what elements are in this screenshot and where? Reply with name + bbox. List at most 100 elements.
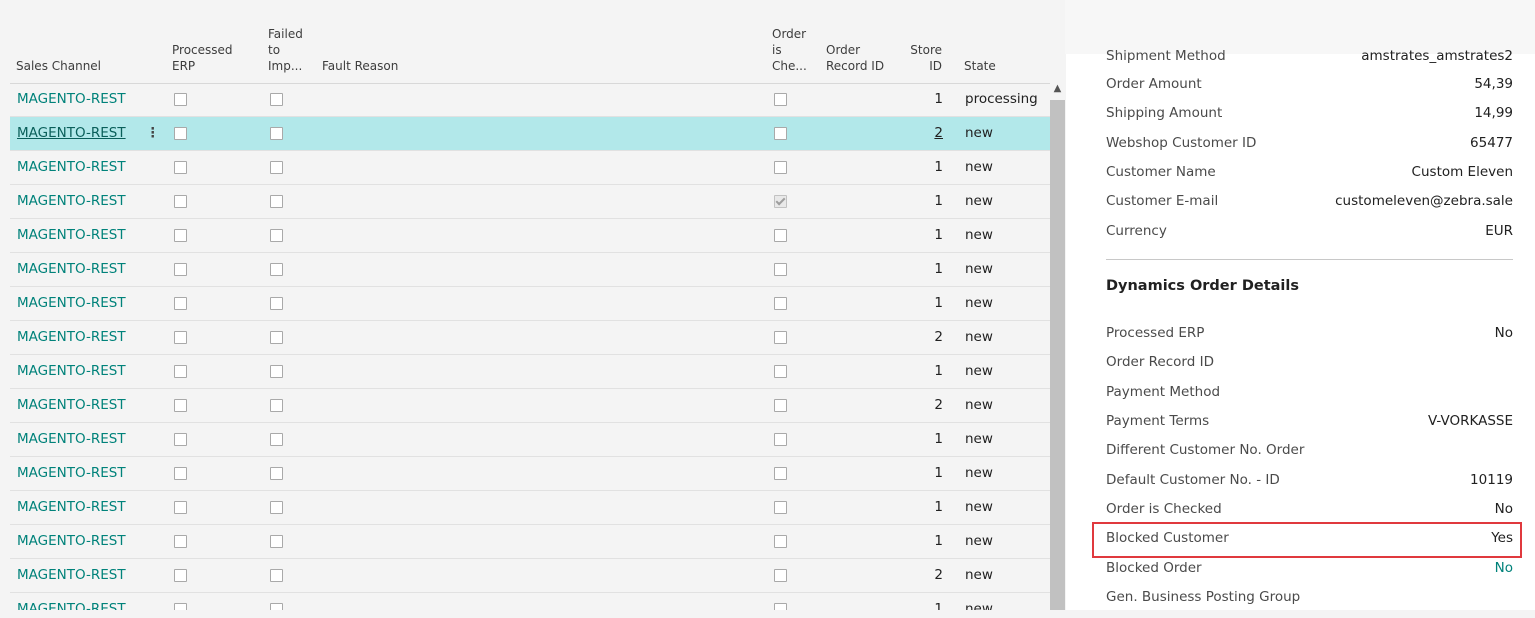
- sales-channel-link[interactable]: MAGENTO-REST: [17, 355, 126, 388]
- order-checked-checkbox[interactable]: [774, 399, 787, 412]
- table-row[interactable]: MAGENTO-REST 1 new: [10, 253, 1050, 287]
- failed-import-checkbox[interactable]: [270, 263, 283, 276]
- detail-value[interactable]: 54,39: [1474, 76, 1513, 92]
- failed-import-checkbox[interactable]: [270, 229, 283, 242]
- processed-erp-checkbox[interactable]: [174, 399, 187, 412]
- order-checked-checkbox[interactable]: [774, 569, 787, 582]
- processed-erp-checkbox[interactable]: [174, 331, 187, 344]
- order-checked-checkbox[interactable]: [774, 603, 787, 610]
- order-checked-checkbox[interactable]: [774, 161, 787, 174]
- failed-import-checkbox[interactable]: [270, 297, 283, 310]
- table-row[interactable]: MAGENTO-REST 1 new: [10, 151, 1050, 185]
- processed-erp-checkbox[interactable]: [174, 127, 187, 140]
- detail-value[interactable]: No: [1495, 501, 1513, 517]
- detail-value[interactable]: customeleven@zebra.sale: [1335, 193, 1513, 209]
- table-row[interactable]: MAGENTO-REST 1 new: [10, 287, 1050, 321]
- failed-import-checkbox[interactable]: [270, 569, 283, 582]
- sales-channel-link[interactable]: MAGENTO-REST: [17, 253, 126, 286]
- table-row[interactable]: MAGENTO-REST 1 new: [10, 355, 1050, 389]
- processed-erp-checkbox[interactable]: [174, 195, 187, 208]
- order-checked-checkbox[interactable]: [774, 535, 787, 548]
- col-processed-erp[interactable]: Processed ERP: [172, 42, 233, 74]
- failed-import-checkbox[interactable]: [270, 603, 283, 610]
- table-row[interactable]: MAGENTO-REST 1 new: [10, 525, 1050, 559]
- scrollbar-thumb[interactable]: [1050, 100, 1065, 610]
- col-order-checked[interactable]: Order is Che...: [772, 26, 807, 74]
- sales-channel-link[interactable]: MAGENTO-REST: [17, 593, 126, 610]
- col-store-id[interactable]: Store ID: [910, 42, 942, 74]
- sales-channel-link[interactable]: MAGENTO-REST: [17, 525, 126, 558]
- order-checked-checkbox[interactable]: [774, 467, 787, 480]
- detail-value[interactable]: No: [1495, 325, 1513, 341]
- order-checked-checkbox[interactable]: [774, 501, 787, 514]
- order-checked-checkbox[interactable]: [774, 331, 787, 344]
- order-checked-checkbox[interactable]: [774, 229, 787, 242]
- order-checked-checkbox[interactable]: [774, 93, 787, 106]
- detail-value[interactable]: 65477: [1470, 135, 1513, 151]
- failed-import-checkbox[interactable]: [270, 93, 283, 106]
- processed-erp-checkbox[interactable]: [174, 93, 187, 106]
- processed-erp-checkbox[interactable]: [174, 365, 187, 378]
- order-checked-checkbox[interactable]: [774, 433, 787, 446]
- detail-value[interactable]: amstrates_amstrates2: [1361, 48, 1513, 64]
- ellipsis-vertical-icon[interactable]: ⋮: [146, 117, 160, 150]
- detail-value[interactable]: 10119: [1470, 472, 1513, 488]
- sales-channel-link[interactable]: MAGENTO-REST: [17, 287, 126, 320]
- processed-erp-checkbox[interactable]: [174, 603, 187, 610]
- table-row[interactable]: MAGENTO-REST 2 new: [10, 321, 1050, 355]
- col-state[interactable]: State: [964, 58, 996, 74]
- failed-import-checkbox[interactable]: [270, 127, 283, 140]
- processed-erp-checkbox[interactable]: [174, 161, 187, 174]
- caret-up-icon[interactable]: ▲: [1052, 82, 1063, 96]
- processed-erp-checkbox[interactable]: [174, 433, 187, 446]
- sales-channel-link[interactable]: MAGENTO-REST: [17, 491, 126, 524]
- section-title[interactable]: Dynamics Order Details: [1106, 278, 1299, 294]
- col-failed-import[interactable]: Failed to Imp...: [268, 26, 303, 74]
- processed-erp-checkbox[interactable]: [174, 569, 187, 582]
- table-row[interactable]: MAGENTO-REST 1 processing: [10, 83, 1050, 117]
- detail-value[interactable]: No: [1495, 560, 1513, 576]
- processed-erp-checkbox[interactable]: [174, 263, 187, 276]
- detail-value[interactable]: V-VORKASSE: [1428, 413, 1513, 429]
- sales-channel-link[interactable]: MAGENTO-REST: [17, 559, 126, 592]
- table-row[interactable]: MAGENTO-REST 1 new: [10, 491, 1050, 525]
- sales-channel-link[interactable]: MAGENTO-REST: [17, 321, 126, 354]
- detail-value[interactable]: EUR: [1485, 223, 1513, 239]
- table-row[interactable]: MAGENTO-REST ⋮ 2 new: [10, 117, 1050, 151]
- sales-channel-link[interactable]: MAGENTO-REST: [17, 423, 126, 456]
- order-checked-checkbox[interactable]: [774, 127, 787, 140]
- table-row[interactable]: MAGENTO-REST 1 new: [10, 423, 1050, 457]
- failed-import-checkbox[interactable]: [270, 331, 283, 344]
- sales-channel-link[interactable]: MAGENTO-REST: [17, 219, 126, 252]
- failed-import-checkbox[interactable]: [270, 467, 283, 480]
- table-row[interactable]: MAGENTO-REST 1 new: [10, 457, 1050, 491]
- detail-value[interactable]: 14,99: [1474, 105, 1513, 121]
- table-row[interactable]: MAGENTO-REST 1 new: [10, 593, 1050, 610]
- sales-channel-link[interactable]: MAGENTO-REST: [17, 117, 126, 150]
- failed-import-checkbox[interactable]: [270, 365, 283, 378]
- table-row[interactable]: MAGENTO-REST 2 new: [10, 559, 1050, 593]
- failed-import-checkbox[interactable]: [270, 433, 283, 446]
- order-checked-checkbox[interactable]: [774, 195, 787, 208]
- failed-import-checkbox[interactable]: [270, 195, 283, 208]
- processed-erp-checkbox[interactable]: [174, 501, 187, 514]
- col-sales-channel[interactable]: Sales Channel: [16, 58, 101, 74]
- order-checked-checkbox[interactable]: [774, 263, 787, 276]
- processed-erp-checkbox[interactable]: [174, 229, 187, 242]
- processed-erp-checkbox[interactable]: [174, 467, 187, 480]
- processed-erp-checkbox[interactable]: [174, 297, 187, 310]
- sales-channel-link[interactable]: MAGENTO-REST: [17, 151, 126, 184]
- sales-channel-link[interactable]: MAGENTO-REST: [17, 185, 126, 218]
- failed-import-checkbox[interactable]: [270, 501, 283, 514]
- sales-channel-link[interactable]: MAGENTO-REST: [17, 457, 126, 490]
- col-order-record-id[interactable]: Order Record ID: [826, 42, 884, 74]
- failed-import-checkbox[interactable]: [270, 399, 283, 412]
- sales-channel-link[interactable]: MAGENTO-REST: [17, 83, 126, 116]
- table-row[interactable]: MAGENTO-REST 2 new: [10, 389, 1050, 423]
- table-row[interactable]: MAGENTO-REST 1 new: [10, 185, 1050, 219]
- table-row[interactable]: MAGENTO-REST 1 new: [10, 219, 1050, 253]
- failed-import-checkbox[interactable]: [270, 161, 283, 174]
- failed-import-checkbox[interactable]: [270, 535, 283, 548]
- sales-channel-link[interactable]: MAGENTO-REST: [17, 389, 126, 422]
- order-checked-checkbox[interactable]: [774, 297, 787, 310]
